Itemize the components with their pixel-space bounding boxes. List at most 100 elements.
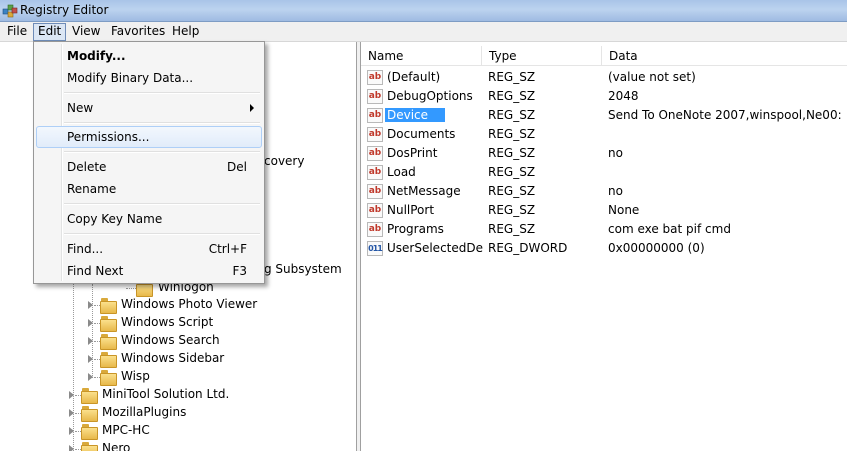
value-name: DebugOptions [387, 89, 473, 103]
menu-favorites[interactable]: Favorites [107, 23, 169, 41]
menu-item-permissions[interactable]: Permissions... [36, 126, 262, 148]
expand-arrow-icon[interactable] [88, 337, 93, 345]
value-row[interactable]: ab DebugOptions REG_SZ 2048 [361, 87, 847, 106]
menu-item-rename[interactable]: Rename [36, 178, 262, 200]
tree-item-wisp[interactable]: Wisp [86, 368, 286, 386]
menu-view[interactable]: View [68, 23, 104, 41]
value-name: DosPrint [387, 146, 438, 160]
column-data[interactable]: Data [602, 46, 847, 66]
value-row[interactable]: ab Load REG_SZ [361, 163, 847, 182]
shortcut-delete: Del [227, 160, 247, 174]
expand-arrow-icon[interactable] [88, 301, 93, 309]
value-name: UserSelectedDef... [387, 241, 483, 255]
menu-item-modify[interactable]: Modify... [36, 45, 262, 67]
menu-help[interactable]: Help [168, 23, 203, 41]
value-type: REG_DWORD [488, 241, 568, 255]
folder-icon [81, 406, 98, 422]
column-type[interactable]: Type [482, 46, 602, 66]
menu-file[interactable]: File [3, 23, 31, 41]
menu-separator [64, 151, 260, 153]
value-data: com exe bat pif cmd [608, 222, 731, 236]
value-row[interactable]: ab DosPrint REG_SZ no [361, 144, 847, 163]
tree-item-windows-sidebar[interactable]: Windows Sidebar [86, 350, 286, 368]
menu-separator [64, 122, 260, 124]
tree-item-partial-recovery[interactable]: covery [264, 154, 304, 168]
tree-item-windows-script[interactable]: Windows Script [86, 314, 286, 332]
shortcut-find-next: F3 [232, 264, 247, 278]
tree-item-partial-subsystem[interactable]: g Subsystem [264, 262, 342, 276]
tree-item-minitool[interactable]: MiniTool Solution Ltd. [67, 386, 287, 404]
menu-item-modify-binary[interactable]: Modify Binary Data... [36, 67, 262, 89]
value-name: Programs [387, 222, 444, 236]
menu-separator [64, 203, 260, 205]
expand-arrow-icon[interactable] [88, 355, 93, 363]
string-value-icon: ab [367, 222, 383, 237]
value-data: 0x00000000 (0) [608, 241, 705, 255]
value-row[interactable]: ab Documents REG_SZ [361, 125, 847, 144]
values-pane[interactable]: Name Type Data ab (Default) REG_SZ (valu… [361, 42, 847, 451]
value-name: NetMessage [387, 184, 461, 198]
menu-item-copy-key-name[interactable]: Copy Key Name [36, 208, 262, 230]
value-row[interactable]: ab NetMessage REG_SZ no [361, 182, 847, 201]
menu-edit[interactable]: Edit [33, 23, 67, 41]
menu-bar: File Edit View Favorites Help [0, 22, 847, 42]
window-title: Registry Editor [20, 3, 109, 17]
value-data: no [608, 146, 623, 160]
menu-item-new[interactable]: New [36, 97, 262, 119]
value-name: Load [387, 165, 416, 179]
value-data: None [608, 203, 640, 217]
folder-icon [100, 298, 117, 314]
value-row[interactable]: 011 UserSelectedDef... REG_DWORD 0x00000… [361, 239, 847, 258]
value-type: REG_SZ [488, 146, 536, 160]
menu-item-delete[interactable]: Delete Del [36, 156, 262, 178]
folder-icon [100, 352, 117, 368]
folder-icon [81, 424, 98, 440]
string-value-icon: ab [367, 184, 383, 199]
tree-item-windows-search[interactable]: Windows Search [86, 332, 286, 350]
tree-item-mozillaplugins[interactable]: MozillaPlugins [67, 404, 287, 422]
tree-item-windows-photo-viewer[interactable]: Windows Photo Viewer [86, 296, 286, 314]
value-type: REG_SZ [488, 184, 536, 198]
shortcut-find: Ctrl+F [208, 242, 247, 256]
value-row[interactable]: ab NullPort REG_SZ None [361, 201, 847, 220]
value-type: REG_SZ [488, 222, 536, 236]
value-type: REG_SZ [488, 70, 536, 84]
expand-arrow-icon[interactable] [88, 319, 93, 327]
registry-editor-icon [2, 4, 18, 18]
value-row-selected[interactable]: ab Device REG_SZ Send To OneNote 2007,wi… [361, 106, 847, 125]
binary-value-icon: 011 [367, 241, 383, 256]
edit-menu-dropdown: Modify... Modify Binary Data... New Perm… [33, 41, 265, 284]
string-value-icon: ab [367, 146, 383, 161]
string-value-icon: ab [367, 89, 383, 104]
folder-icon [81, 442, 98, 451]
folder-icon [100, 334, 117, 350]
value-row[interactable]: ab Programs REG_SZ com exe bat pif cmd [361, 220, 847, 239]
value-row[interactable]: ab (Default) REG_SZ (value not set) [361, 68, 847, 87]
menu-separator [64, 92, 260, 94]
value-type: REG_SZ [488, 203, 536, 217]
title-bar: Registry Editor [0, 0, 847, 22]
folder-icon [100, 370, 117, 386]
string-value-icon: ab [367, 165, 383, 180]
string-value-icon: ab [367, 203, 383, 218]
tree-item-mpc-hc[interactable]: MPC-HC [67, 422, 287, 440]
expand-arrow-icon[interactable] [69, 409, 74, 417]
tree-item-nero[interactable]: Nero [67, 440, 287, 451]
string-value-icon: ab [367, 70, 383, 85]
value-data: (value not set) [608, 70, 696, 84]
value-name: (Default) [387, 70, 441, 84]
column-header: Name Type Data [361, 46, 847, 66]
column-name[interactable]: Name [361, 46, 482, 66]
submenu-arrow-icon [250, 104, 254, 112]
value-type: REG_SZ [488, 165, 536, 179]
string-value-icon: ab [367, 127, 383, 142]
string-value-icon: ab [367, 108, 383, 123]
expand-arrow-icon[interactable] [69, 427, 74, 435]
value-type: REG_SZ [488, 89, 536, 103]
menu-item-find-next[interactable]: Find Next F3 [36, 260, 262, 282]
menu-item-find[interactable]: Find... Ctrl+F [36, 238, 262, 260]
expand-arrow-icon[interactable] [69, 391, 74, 399]
expand-arrow-icon[interactable] [88, 373, 93, 381]
menu-separator [64, 233, 260, 235]
expand-arrow-icon[interactable] [69, 445, 74, 451]
